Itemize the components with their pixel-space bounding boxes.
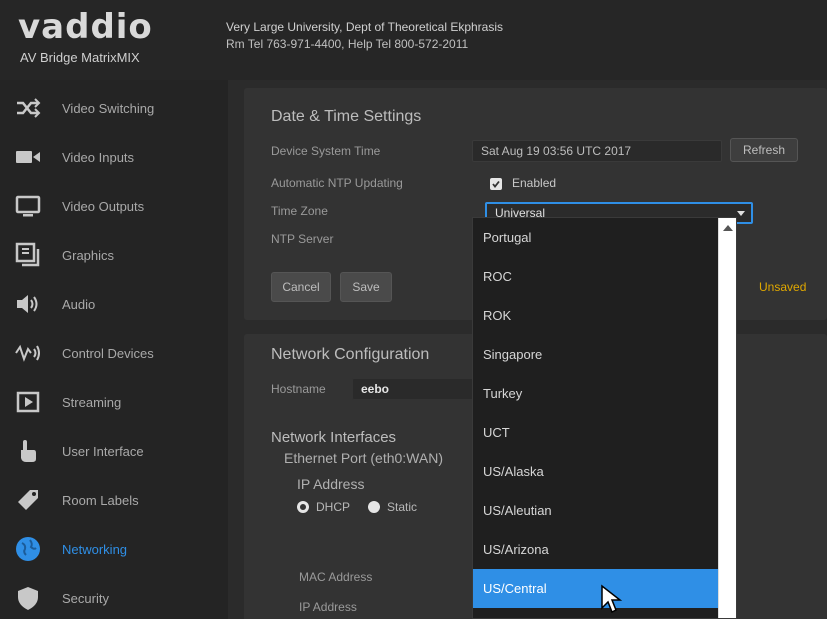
panel-title: Network Configuration [271, 346, 430, 363]
port-title: Ethernet Port (eth0:WAN) [284, 450, 443, 466]
timezone-option[interactable]: ROK [473, 296, 718, 335]
device-time-label: Device System Time [271, 144, 381, 158]
sidebar-item-video-inputs[interactable]: Video Inputs [0, 133, 228, 182]
sidebar-item-label: Networking [62, 542, 128, 557]
hostname-label: Hostname [271, 382, 326, 396]
timezone-label: Time Zone [271, 204, 328, 218]
timezone-dropdown-list[interactable]: Portugal ROC ROK Singapore Turkey UCT US… [472, 217, 737, 619]
timezone-option[interactable]: UCT [473, 413, 718, 452]
mac-address-label: MAC Address [299, 570, 373, 584]
sidebar-item-networking[interactable]: Networking [0, 525, 228, 574]
sidebar-item-streaming[interactable]: Streaming [0, 378, 228, 427]
graphics-icon [15, 242, 40, 267]
ntp-enabled-checkbox[interactable] [490, 178, 502, 190]
sidebar-item-room-labels[interactable]: Room Labels [0, 476, 228, 525]
hand-icon [21, 440, 36, 462]
sidebar-item-label: Audio [62, 297, 96, 312]
mouse-cursor-icon [601, 584, 623, 614]
radio-dot [300, 504, 306, 510]
chevron-down-icon [737, 211, 745, 216]
sidebar-item-label: User Interface [62, 444, 144, 459]
checkmark-icon [492, 180, 500, 188]
timezone-option[interactable]: Turkey [473, 374, 718, 413]
logo-text: vaddio [18, 7, 153, 47]
timezone-option[interactable]: Singapore [473, 335, 718, 374]
tag-icon [18, 490, 38, 510]
sidebar-item-label: Security [62, 591, 109, 606]
ip-address-label: IP Address [299, 600, 357, 614]
sidebar-item-label: Video Switching [62, 101, 155, 116]
refresh-button[interactable]: Refresh [730, 138, 798, 162]
sidebar-item-graphics[interactable]: Graphics [0, 231, 228, 280]
cancel-button[interactable]: Cancel [271, 272, 331, 302]
app-window: vaddio AV Bridge MatrixMIX Very Large Un… [0, 0, 827, 619]
dhcp-label: DHCP [316, 500, 351, 514]
timezone-option[interactable]: US/Aleutian [473, 491, 718, 530]
product-name: AV Bridge MatrixMIX [20, 50, 140, 65]
panel-title: Date & Time Settings [271, 108, 422, 125]
timezone-option[interactable]: ROC [473, 257, 718, 296]
sidebar-item-label: Streaming [62, 395, 122, 410]
timezone-option-selected[interactable]: US/Central [473, 569, 718, 608]
vaddio-logo: vaddio AV Bridge MatrixMIX [18, 6, 218, 76]
control-icon [15, 344, 40, 362]
header: vaddio AV Bridge MatrixMIX Very Large Un… [0, 0, 827, 80]
sidebar-item-label: Video Inputs [62, 150, 135, 165]
organization-name: Very Large University, Dept of Theoretic… [226, 20, 504, 34]
save-button[interactable]: Save [340, 272, 392, 302]
globe-icon [16, 537, 40, 561]
ntp-server-label: NTP Server [271, 232, 334, 246]
sidebar-item-label: Control Devices [62, 346, 154, 361]
timezone-option[interactable]: Portugal [473, 218, 718, 257]
scroll-up-arrow-icon[interactable] [723, 224, 733, 232]
sidebar-item-label: Room Labels [62, 493, 139, 508]
sidebar-item-security[interactable]: Security [0, 574, 228, 619]
sidebar: Video Switching Video Inputs Video Outpu… [0, 80, 228, 619]
play-icon [16, 391, 40, 413]
timezone-option[interactable]: US/Arizona [473, 530, 718, 569]
sidebar-item-video-switching[interactable]: Video Switching [0, 84, 228, 133]
static-label: Static [387, 500, 418, 514]
sidebar-item-user-interface[interactable]: User Interface [0, 427, 228, 476]
ip-address-title: IP Address [297, 476, 365, 492]
sidebar-item-audio[interactable]: Audio [0, 280, 228, 329]
sidebar-item-label: Graphics [62, 248, 115, 263]
organization-contact: Rm Tel 763-971-4400, Help Tel 800-572-20… [226, 37, 469, 51]
dhcp-radio[interactable] [297, 501, 309, 513]
static-radio[interactable] [368, 501, 380, 513]
shield-icon [18, 587, 38, 610]
device-time-value: Sat Aug 19 03:56 UTC 2017 [472, 140, 722, 162]
interfaces-title: Network Interfaces [271, 429, 397, 446]
hostname-input[interactable]: eebo [352, 378, 482, 400]
monitor-icon [15, 195, 41, 217]
sidebar-item-control-devices[interactable]: Control Devices [0, 329, 228, 378]
unsaved-status: Unsaved [759, 280, 807, 294]
shuffle-icon [17, 98, 41, 118]
sidebar-item-label: Video Outputs [62, 199, 145, 214]
dropdown-scrollbar[interactable] [718, 218, 736, 618]
ntp-updating-label: Automatic NTP Updating [271, 176, 403, 190]
timezone-option[interactable]: US/Alaska [473, 452, 718, 491]
speaker-icon [17, 295, 38, 313]
enabled-label: Enabled [512, 176, 557, 190]
sidebar-item-video-outputs[interactable]: Video Outputs [0, 182, 228, 231]
camera-icon [16, 151, 40, 163]
